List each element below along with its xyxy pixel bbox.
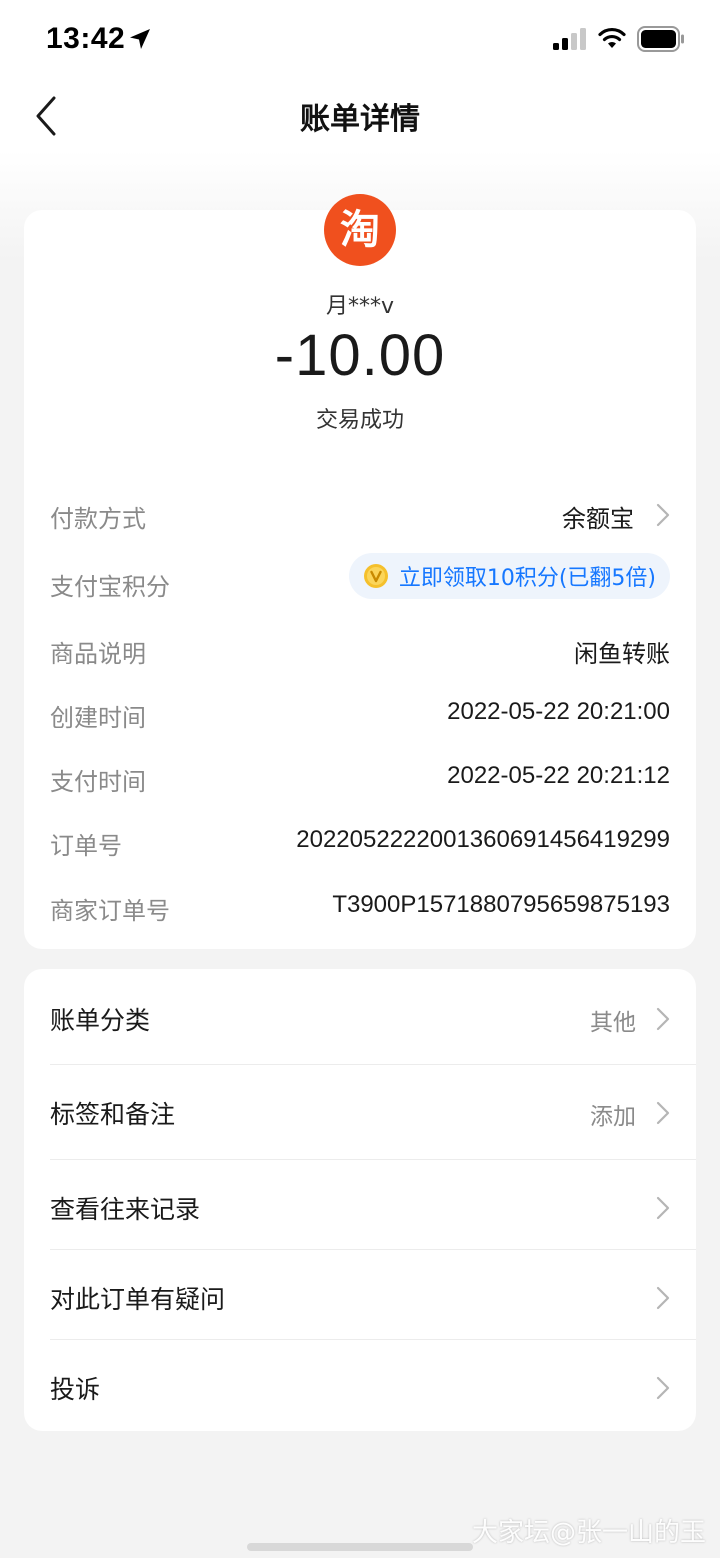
detail-row-created-time: 创建时间 2022-05-22 20:21:00 xyxy=(50,692,670,732)
detail-label: 支付宝积分 xyxy=(50,573,170,601)
detail-label: 商品说明 xyxy=(50,640,146,668)
detail-row-paid-time: 支付时间 2022-05-22 20:21:12 xyxy=(50,756,670,796)
action-label: 标签和备注 xyxy=(50,1100,176,1129)
action-label: 账单分类 xyxy=(50,1006,151,1035)
detail-value: 余额宝 xyxy=(562,506,634,533)
detail-label: 创建时间 xyxy=(50,704,146,732)
bill-actions-card: 账单分类 其他 标签和备注 添加 查看往来记录 对此订单有疑问 投诉 xyxy=(24,969,696,1431)
detail-row-order-number: 订单号 2022052222001360691456419299 xyxy=(50,820,670,860)
action-row-order-question[interactable]: 对此订单有疑问 xyxy=(50,1250,696,1340)
home-indicator xyxy=(247,1543,473,1551)
action-label: 查看往来记录 xyxy=(50,1195,201,1224)
action-label: 投诉 xyxy=(50,1375,101,1404)
detail-value: T3900P1571880795659875193 xyxy=(332,891,670,918)
detail-label: 订单号 xyxy=(50,832,122,860)
claim-points-button[interactable]: 立即领取10积分(已翻5倍) xyxy=(348,553,670,599)
detail-row-payment-method[interactable]: 付款方式 余额宝 xyxy=(50,493,670,533)
action-row-bill-category[interactable]: 账单分类 其他 xyxy=(50,971,696,1065)
cellular-signal-icon xyxy=(553,28,586,50)
merchant-logo: 淘 xyxy=(324,194,396,266)
action-label: 对此订单有疑问 xyxy=(50,1285,226,1314)
bill-summary-card: 淘 月***v -10.00 交易成功 付款方式 余额宝 支付宝积分 立即领取1… xyxy=(24,194,696,949)
chevron-right-icon xyxy=(656,1376,670,1400)
nav-header: 账单详情 xyxy=(0,80,720,152)
detail-value: 2022-05-22 20:21:12 xyxy=(447,762,670,789)
detail-value: 2022052222001360691456419299 xyxy=(296,826,670,853)
chevron-right-icon xyxy=(656,1101,670,1125)
counterparty-name: 月***v xyxy=(325,294,395,319)
detail-value: 2022-05-22 20:21:00 xyxy=(447,698,670,725)
status-time: 13:42 xyxy=(46,22,126,55)
status-bar: 13:42 xyxy=(0,0,720,80)
detail-label: 付款方式 xyxy=(50,505,146,533)
chevron-right-icon xyxy=(656,1007,670,1031)
chevron-right-icon xyxy=(656,1196,670,1220)
battery-icon xyxy=(637,26,684,52)
detail-row-alipay-points: 支付宝积分 立即领取10积分(已翻5倍) xyxy=(50,553,670,601)
detail-value: 闲鱼转账 xyxy=(574,641,670,668)
action-value: 其他 xyxy=(590,1010,636,1036)
detail-label: 商家订单号 xyxy=(50,897,170,925)
detail-label: 支付时间 xyxy=(50,768,146,796)
transaction-amount: -10.00 xyxy=(274,323,446,388)
chevron-right-icon xyxy=(656,503,670,527)
taobao-logo-glyph: 淘 xyxy=(340,207,380,253)
action-row-tags-notes[interactable]: 标签和备注 添加 xyxy=(50,1065,696,1160)
action-row-complaint[interactable]: 投诉 xyxy=(50,1340,696,1430)
watermark-text: 大家坛@张一山的玉 xyxy=(471,1518,706,1548)
action-row-transaction-history[interactable]: 查看往来记录 xyxy=(50,1160,696,1250)
claim-points-text: 立即领取10积分(已翻5倍) xyxy=(398,566,656,591)
transaction-status: 交易成功 xyxy=(315,408,404,433)
location-arrow-icon xyxy=(130,29,150,49)
points-coin-icon xyxy=(363,564,388,588)
page-title: 账单详情 xyxy=(300,102,420,137)
chevron-right-icon xyxy=(656,1286,670,1310)
detail-row-merchant-order-number: 商家订单号 T3900P1571880795659875193 xyxy=(50,885,670,925)
wifi-icon xyxy=(598,27,626,48)
detail-row-product-description: 商品说明 闲鱼转账 xyxy=(50,628,670,668)
action-value: 添加 xyxy=(590,1104,636,1130)
